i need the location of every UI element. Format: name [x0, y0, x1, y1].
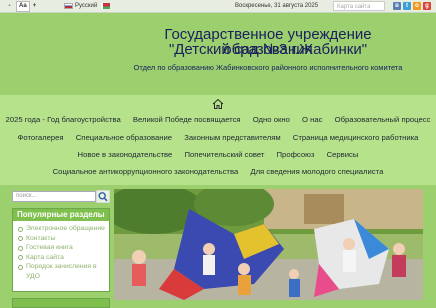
nav-item-services[interactable]: Сервисы: [327, 150, 359, 159]
page-subtitle: Отдел по образованию Жабинковского район…: [133, 63, 403, 72]
nav-item-anticorruption[interactable]: Социальное антикоррупционного законодате…: [53, 167, 239, 176]
nav-item-board[interactable]: Попечительский совет: [184, 150, 264, 159]
nav-row-2: Фотогалерея Специальное образование Зако…: [0, 133, 436, 142]
current-date: Воскресенье, 31 августа 2025: [235, 3, 319, 9]
popular-sections-list: Электронное обращение Контакты Гостевая …: [13, 224, 109, 281]
search-input[interactable]: поиск...: [12, 191, 96, 202]
popular-sections-panel: Популярные разделы Электронное обращение…: [12, 208, 110, 292]
nav-item-education[interactable]: Образовательный процесс: [335, 115, 431, 124]
language-selector[interactable]: Русский: [75, 0, 97, 12]
nav-item-special[interactable]: Специальное образование: [76, 133, 172, 142]
flag-ru-icon[interactable]: [64, 3, 73, 9]
font-normal-button[interactable]: Aa: [16, 1, 30, 12]
photo-slideshow[interactable]: [114, 189, 423, 300]
nav-row-3: Новое в законодательстве Попечительский …: [0, 150, 436, 159]
odnoklassniki-icon[interactable]: о: [413, 2, 421, 10]
main-navigation: 2025 года - Год благоустройства Великой …: [0, 95, 436, 185]
font-decrease-button[interactable]: -: [5, 0, 14, 12]
top-toolbar: - Aa + Русский Воскресенье, 31 августа 2…: [0, 0, 436, 13]
nav-item-one-window[interactable]: Одно окно: [253, 115, 290, 124]
link-enrollment[interactable]: Порядок зачисления в УДО: [18, 262, 109, 281]
nav-item-victory[interactable]: Великой Победе посвящается: [133, 115, 241, 124]
link-contacts[interactable]: Контакты: [18, 234, 109, 244]
nav-row-4: Социальное антикоррупционного законодате…: [0, 167, 436, 176]
main-content: поиск... Популярные разделы Электронное …: [0, 185, 436, 308]
panel-title: Популярные разделы: [13, 209, 109, 221]
vk-icon[interactable]: в: [393, 2, 401, 10]
site-header: Государственное учреждение образования "…: [0, 13, 436, 93]
nav-row-1: 2025 года - Год благоустройства Великой …: [0, 115, 436, 124]
nav-item-young-specialist[interactable]: Для сведения молодого специалиста: [250, 167, 383, 176]
nav-item-medical[interactable]: Страница медицинского работника: [293, 133, 419, 142]
link-site-map[interactable]: Карта сайта: [18, 253, 109, 263]
nav-item-photo[interactable]: Фотогалерея: [18, 133, 64, 142]
nav-item-year[interactable]: 2025 года - Год благоустройства: [6, 115, 121, 124]
nav-item-parents[interactable]: Законным представителям: [184, 133, 280, 142]
link-electronic-appeal[interactable]: Электронное обращение: [18, 224, 109, 234]
google-plus-icon[interactable]: g: [423, 2, 431, 10]
home-icon[interactable]: [212, 98, 224, 110]
font-increase-button[interactable]: +: [30, 0, 39, 12]
link-guestbook[interactable]: Гостевая книга: [18, 243, 109, 253]
slideshow-image: [114, 189, 423, 300]
twitter-icon[interactable]: t: [403, 2, 411, 10]
nav-item-about[interactable]: О нас: [302, 115, 322, 124]
nav-item-union[interactable]: Профсоюз: [277, 150, 315, 159]
page-title-line2: "Детский сад №3 г.Жабинки": [168, 41, 368, 58]
nav-item-law[interactable]: Новое в законодательстве: [78, 150, 173, 159]
site-map-link[interactable]: Карта сайта: [333, 1, 385, 11]
flag-by-icon[interactable]: [101, 3, 110, 9]
search-button[interactable]: [96, 190, 110, 203]
